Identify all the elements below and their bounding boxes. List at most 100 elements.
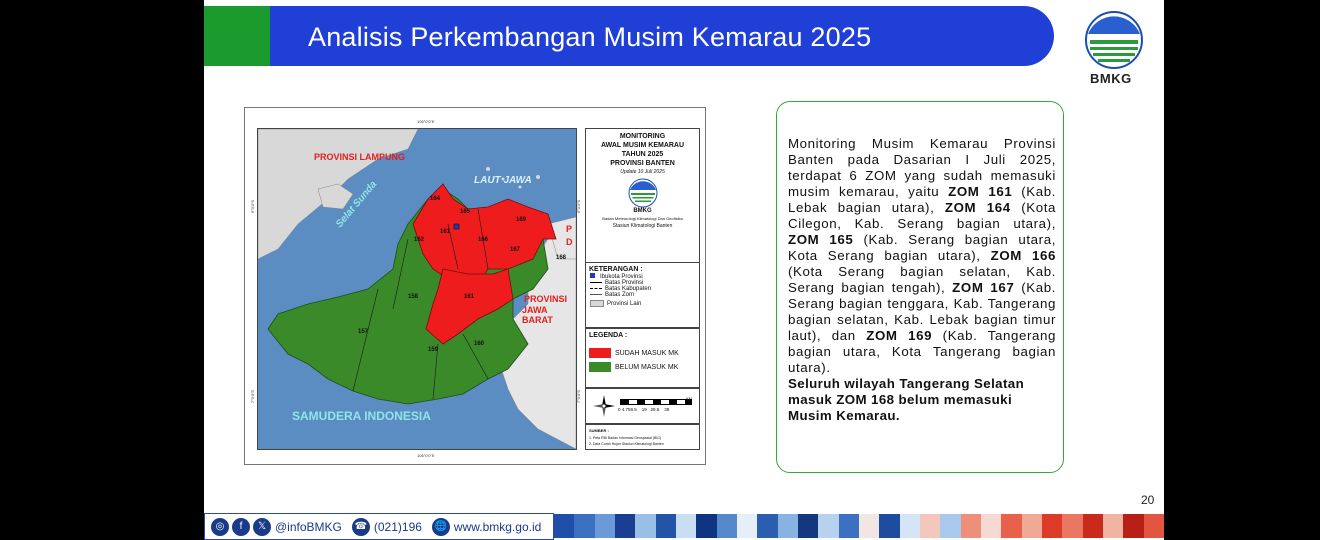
footer-stripe [940, 514, 961, 538]
legenda-sudah: SUDAH MASUK MK [589, 348, 699, 358]
footer-stripes [554, 514, 1164, 538]
logo-text: BMKG [1090, 71, 1132, 86]
capital-icon [590, 273, 595, 278]
zone-169: 169 [516, 217, 527, 223]
map-figure: 106°0'0"E 106°0'0"E 6°0'0"S 7°0'0"S 6°0'… [244, 107, 706, 465]
footer-stripe [1143, 514, 1164, 538]
panel-line-2: AWAL MUSIM KEMARAU [600, 142, 685, 149]
footer-stripe [838, 514, 859, 538]
zone-167: 167 [510, 247, 521, 253]
zone-162: 162 [414, 237, 425, 243]
footer-stripe [655, 514, 676, 538]
map-keterangan-panel: KETERANGAN : Ibukota Provinsi Batas Prov… [585, 262, 700, 328]
footer-stripe [614, 514, 636, 538]
footer-stripe [1102, 514, 1124, 538]
phone-number[interactable]: (021)196 [374, 520, 422, 534]
phone-icon: ☎ [351, 517, 370, 536]
label-dki-1: P [566, 224, 573, 234]
zone-159: 159 [428, 347, 439, 353]
legend-swatch-red [589, 348, 611, 358]
scale-ticks: 0 4.759.5 19 28.5 38 [618, 407, 670, 412]
coord-left-1: 6°0'0"S [250, 199, 256, 214]
footer-stripe [1041, 514, 1063, 538]
footer-stripe [858, 514, 880, 538]
footer-stripe [879, 514, 900, 538]
zone-157: 157 [358, 329, 369, 335]
footer-stripe [960, 514, 981, 538]
coord-bottom: 106°0'0"E [417, 453, 435, 458]
legenda-belum: BELUM MASUK MK [589, 362, 699, 372]
footer-stripe [574, 514, 595, 538]
globe-icon: 🌐 [431, 517, 450, 536]
sumber-title: SUMBER : [589, 428, 609, 433]
zone-168: 168 [556, 255, 567, 261]
label-laut-jawa: LAUT JAWA [474, 175, 532, 186]
zone-161b: 161 [440, 229, 451, 235]
map-title-panel: MONITORING AWAL MUSIM KEMARAU TAHUN 2025… [585, 128, 700, 263]
zone-166: 166 [478, 237, 489, 243]
zone-158: 158 [408, 294, 419, 300]
zone-160: 160 [474, 341, 485, 347]
footer-stripe [554, 514, 575, 538]
panel-line-1: MONITORING [619, 133, 666, 140]
legend-swatch-green [589, 362, 611, 372]
footer-stripe [1082, 514, 1103, 538]
footer: ◎ f 𝕏 @infoBMKG ☎ (021)196 🌐 www.bmkg.go… [204, 513, 1164, 540]
map-scale-panel: 0 4.759.5 19 28.5 38 KM [585, 388, 700, 424]
scale-unit: KM [686, 396, 692, 401]
keterangan-item-3: Batas Zom [590, 292, 699, 298]
facebook-icon[interactable]: f [232, 517, 250, 536]
footer-stripe [1123, 514, 1144, 538]
sumber-2: 2. Data Curah Hujan Stasiun Klimatologi … [589, 442, 664, 446]
instagram-icon[interactable]: ◎ [211, 517, 229, 536]
panel-bmkg-logo [628, 178, 657, 208]
footer-stripe [1021, 514, 1042, 538]
title-accent [204, 6, 270, 66]
panel-logo-text: BMKG [633, 208, 652, 214]
coord-left-2: 7°0'0"S [250, 389, 256, 404]
footer-stripe [1001, 514, 1022, 538]
footer-stripe [980, 514, 1002, 538]
x-icon[interactable]: 𝕏 [253, 517, 271, 536]
footer-stripe [1062, 514, 1083, 538]
footer-stripe [757, 514, 778, 538]
summary-paragraph: Monitoring Musim Kemarau Provinsi Banten… [788, 136, 1057, 375]
footer-stripe [635, 514, 656, 538]
panel-line-3: TAHUN 2025 [621, 151, 664, 158]
footer-stripe [696, 514, 717, 538]
north-arrow-icon [593, 395, 615, 417]
map-legenda-panel: LEGENDA : SUDAH MASUK MK BELUM MASUK MK [585, 328, 700, 388]
keterangan-item-0: Ibukota Provinsi [590, 273, 699, 280]
footer-stripe [594, 514, 615, 538]
footer-stripe [797, 514, 819, 538]
zone-165: 165 [460, 209, 471, 215]
page-title: Analisis Perkembangan Musim Kemarau 2025 [308, 22, 872, 52]
label-jawa-barat-2: JAWA BARAT [522, 305, 553, 325]
footer-contacts: ◎ f 𝕏 @infoBMKG ☎ (021)196 🌐 www.bmkg.go… [204, 513, 554, 540]
panel-org-2: Stasiun Klimatologi Banten [612, 223, 673, 229]
label-dki-2: D [566, 237, 573, 247]
social-handle[interactable]: @infoBMKG [275, 520, 342, 534]
sumber-1: 1. Peta RBI Badan Informasi Geospasial (… [589, 436, 662, 440]
panel-line-4: PROVINSI BANTEN [610, 160, 675, 167]
summary-closing: Seluruh wilayah Tangerang Selatan masuk … [788, 376, 1025, 423]
footer-stripe [899, 514, 920, 538]
zone-161: 161 [464, 294, 475, 300]
map-canvas: PROVINSI LAMPUNG LAUT JAWA Selat Sunda P… [257, 128, 577, 450]
summary-box: Monitoring Musim Kemarau Provinsi Banten… [776, 101, 1064, 473]
scale-bar [620, 399, 692, 405]
coord-top: 106°0'0"E [417, 119, 435, 124]
footer-stripe [919, 514, 941, 538]
label-samudera: SAMUDERA INDONESIA [292, 409, 431, 423]
footer-stripe [777, 514, 798, 538]
page-number: 20 [1141, 493, 1155, 507]
zone-164: 164 [430, 196, 441, 202]
panel-org-1: Badan Meteorologi Klimatologi Dan Geofis… [602, 216, 683, 221]
footer-stripe [736, 514, 758, 538]
legenda-title: LEGENDA : [589, 332, 628, 339]
website-link[interactable]: www.bmkg.go.id [454, 520, 541, 534]
slide: Analisis Perkembangan Musim Kemarau 2025… [204, 0, 1164, 540]
label-jawa-barat-1: PROVINSI [524, 294, 568, 304]
keterangan-title: KETERANGAN : [589, 266, 643, 273]
panel-update: Update 10 Juli 2025 [620, 169, 665, 175]
